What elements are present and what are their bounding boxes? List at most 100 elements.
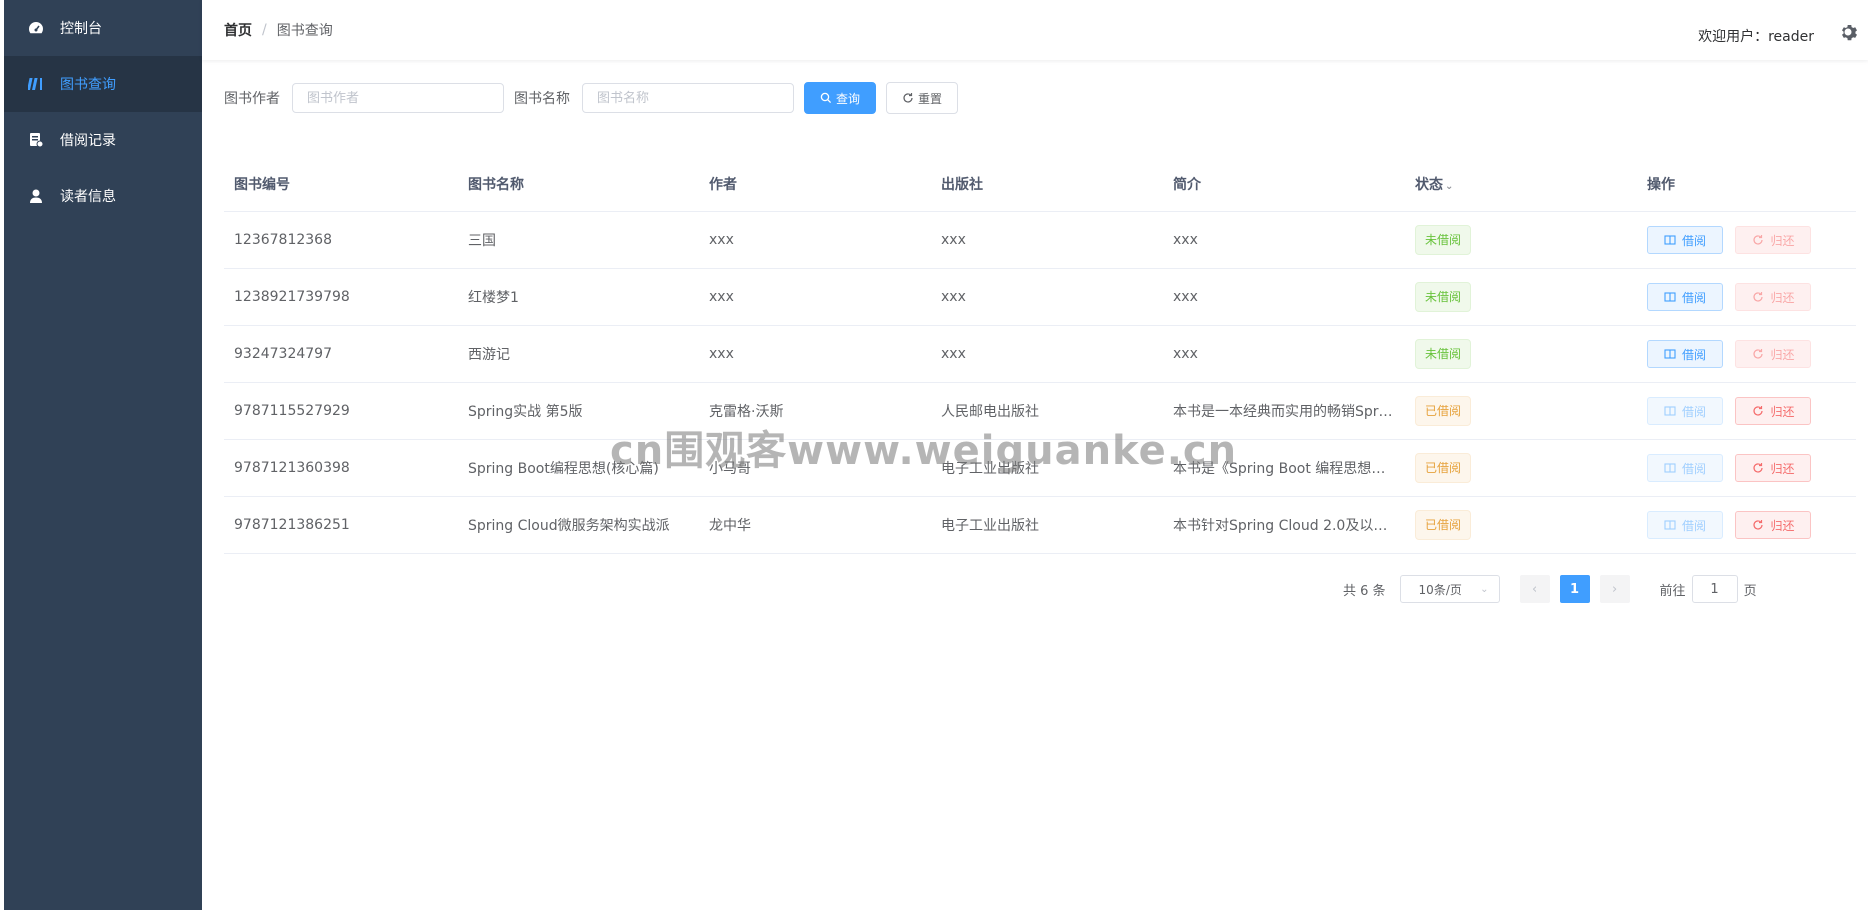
cell-intro: 本书针对Spring Cloud 2.0及以上… — [1163, 496, 1405, 554]
borrow-button[interactable]: 借阅 — [1647, 511, 1723, 539]
table-row: 1238921739798 红楼梦1 xxx xxx xxx 未借阅 借阅 归还 — [224, 268, 1856, 326]
book-icon — [1664, 235, 1676, 245]
user-icon — [28, 188, 44, 204]
status-badge: 已借阅 — [1415, 453, 1472, 483]
refresh-icon — [1753, 463, 1764, 473]
cell-status: 未借阅 — [1405, 268, 1637, 326]
cell-author: xxx — [699, 211, 931, 269]
gear-icon[interactable] — [1838, 22, 1858, 42]
borrow-button[interactable]: 借阅 — [1647, 283, 1723, 311]
goto-label: 前往 — [1659, 583, 1686, 599]
cell-publisher: xxx — [931, 211, 1163, 269]
return-label: 归还 — [1770, 347, 1795, 362]
search-icon — [820, 92, 832, 104]
return-button[interactable]: 归还 — [1735, 454, 1812, 482]
borrow-button[interactable]: 借阅 — [1647, 226, 1723, 254]
return-button[interactable]: 归还 — [1735, 226, 1812, 254]
search-filter-bar: 图书作者 图书名称 查询 重置 — [224, 82, 958, 114]
column-header-status[interactable]: 状态 ⌄ — [1405, 157, 1637, 212]
reset-button[interactable]: 重置 — [886, 82, 958, 114]
sidebar-item-dashboard[interactable]: 控制台 — [4, 0, 202, 56]
cell-author: xxx — [699, 268, 931, 326]
return-label: 归还 — [1770, 404, 1795, 419]
sidebar-item-borrow-records[interactable]: 借阅记录 — [4, 112, 202, 168]
return-label: 归还 — [1770, 290, 1795, 305]
cell-name: 红楼梦1 — [458, 268, 699, 326]
borrow-button[interactable]: 借阅 — [1647, 397, 1723, 425]
page-number-button[interactable]: 1 — [1559, 575, 1590, 603]
cell-status: 未借阅 — [1405, 325, 1637, 383]
book-name-input[interactable] — [582, 83, 794, 113]
status-badge: 未借阅 — [1415, 225, 1472, 255]
search-button[interactable]: 查询 — [804, 82, 876, 114]
cell-actions: 借阅 归还 — [1637, 325, 1856, 383]
table-header-row: 图书编号 图书名称 作者 出版社 简介 状态 ⌄ 操作 — [224, 157, 1856, 212]
return-button[interactable]: 归还 — [1735, 397, 1812, 425]
borrow-label: 借阅 — [1681, 461, 1706, 476]
cell-status: 未借阅 — [1405, 211, 1637, 269]
book-icon — [1664, 292, 1676, 302]
page-size-value: 10条/页 — [1418, 582, 1462, 597]
borrow-label: 借阅 — [1681, 518, 1706, 533]
refresh-icon — [1753, 235, 1764, 245]
column-header-author: 作者 — [699, 157, 931, 212]
refresh-icon — [1753, 520, 1764, 530]
prev-page-button[interactable]: ‹ — [1519, 575, 1550, 603]
status-badge: 未借阅 — [1415, 339, 1472, 369]
cell-id: 93247324797 — [224, 325, 458, 383]
cell-id: 9787115527929 — [224, 382, 458, 440]
column-header-id: 图书编号 — [224, 157, 458, 212]
cell-author: 龙中华 — [699, 496, 931, 554]
dashboard-icon — [28, 20, 44, 36]
book-icon — [1664, 349, 1676, 359]
goto-page-input[interactable] — [1691, 575, 1738, 603]
page-size-select[interactable]: 10条/页 ⌄ — [1399, 575, 1500, 603]
pagination: 共 6 条 10条/页 ⌄ ‹ 1 › 前往 页 — [1343, 574, 1757, 604]
refresh-icon — [1753, 349, 1764, 359]
column-header-intro: 简介 — [1163, 157, 1405, 212]
next-page-button[interactable]: › — [1599, 575, 1630, 603]
cell-actions: 借阅 归还 — [1637, 382, 1856, 440]
cell-status: 已借阅 — [1405, 382, 1637, 440]
return-label: 归还 — [1770, 233, 1795, 248]
page-unit-label: 页 — [1743, 583, 1757, 599]
sidebar-item-label: 读者信息 — [60, 189, 116, 205]
cell-actions: 借阅 归还 — [1637, 211, 1856, 269]
sidebar: 控制台 图书查询 借阅记录 读者信息 — [4, 0, 202, 910]
return-label: 归还 — [1770, 518, 1795, 533]
cell-actions: 借阅 归还 — [1637, 268, 1856, 326]
cell-intro: xxx — [1163, 211, 1405, 269]
borrow-button[interactable]: 借阅 — [1647, 340, 1723, 368]
cell-actions: 借阅 归还 — [1637, 496, 1856, 554]
status-badge: 已借阅 — [1415, 510, 1472, 540]
chevron-down-icon[interactable]: ⌄ — [1445, 181, 1453, 192]
table-row: 9787121386251 Spring Cloud微服务架构实战派 龙中华 电… — [224, 496, 1856, 554]
column-header-publisher: 出版社 — [931, 157, 1163, 212]
sidebar-item-book-search[interactable]: 图书查询 — [4, 56, 202, 112]
author-input[interactable] — [292, 83, 504, 113]
cell-publisher: 电子工业出版社 — [931, 496, 1163, 554]
chevron-down-icon: ⌄ — [1480, 583, 1489, 595]
return-label: 归还 — [1770, 461, 1795, 476]
cell-author: xxx — [699, 325, 931, 383]
return-button[interactable]: 归还 — [1735, 340, 1812, 368]
cell-name: Spring Cloud微服务架构实战派 — [458, 496, 699, 554]
refresh-icon — [903, 93, 913, 103]
breadcrumb-current: 图书查询 — [276, 23, 333, 39]
borrow-label: 借阅 — [1681, 233, 1706, 248]
cell-name: 三国 — [458, 211, 699, 269]
cell-publisher: xxx — [931, 268, 1163, 326]
return-button[interactable]: 归还 — [1735, 283, 1812, 311]
borrow-button[interactable]: 借阅 — [1647, 454, 1723, 482]
cell-status: 已借阅 — [1405, 439, 1637, 497]
search-button-label: 查询 — [835, 91, 860, 106]
sidebar-item-label: 控制台 — [60, 21, 102, 37]
status-badge: 已借阅 — [1415, 396, 1472, 426]
sidebar-item-label: 借阅记录 — [60, 133, 116, 149]
sidebar-item-reader-info[interactable]: 读者信息 — [4, 168, 202, 224]
goto-page: 前往 页 — [1660, 575, 1757, 603]
pagination-total: 共 6 条 — [1343, 583, 1386, 599]
breadcrumb-home[interactable]: 首页 — [224, 20, 252, 40]
breadcrumb: 首页 / 图书查询 — [224, 20, 333, 40]
return-button[interactable]: 归还 — [1735, 511, 1812, 539]
